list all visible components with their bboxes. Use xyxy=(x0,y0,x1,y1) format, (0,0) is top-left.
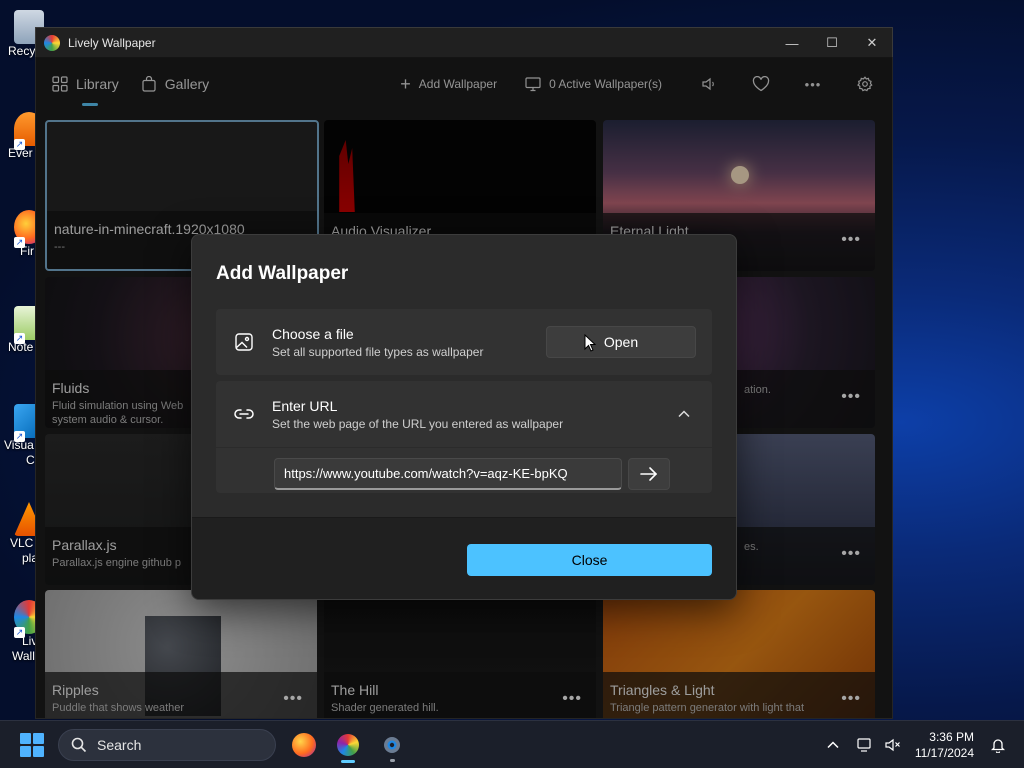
choose-file-card: Choose a file Set all supported file typ… xyxy=(216,309,712,375)
windows-logo-icon xyxy=(20,732,31,744)
speaker-muted-icon xyxy=(885,738,900,751)
clock-time: 3:36 PM xyxy=(929,729,974,744)
url-input[interactable] xyxy=(274,457,622,490)
bell-icon xyxy=(991,738,1005,753)
choose-file-subtitle: Set all supported file types as wallpape… xyxy=(272,344,484,359)
enter-url-card: Enter URL Set the web page of the URL yo… xyxy=(216,381,712,493)
lively-logo-icon xyxy=(44,35,60,51)
show-hidden-icons-button[interactable] xyxy=(819,740,847,749)
settings-gear-icon xyxy=(384,736,400,753)
start-button[interactable] xyxy=(20,732,44,757)
submit-url-button[interactable] xyxy=(628,457,670,490)
taskbar-lively[interactable] xyxy=(328,725,368,765)
title-bar[interactable]: Lively Wallpaper — ☐ ✕ xyxy=(36,28,892,58)
search-label: Search xyxy=(97,736,142,753)
minimize-button[interactable]: — xyxy=(772,28,812,58)
taskbar-clock[interactable]: 3:36 PM 11/17/2024 xyxy=(915,729,974,761)
link-icon xyxy=(234,409,254,419)
taskbar-search[interactable]: Search xyxy=(58,728,276,761)
arrow-right-icon xyxy=(640,466,658,481)
image-icon xyxy=(235,333,253,351)
shortcut-arrow-icon: ↗ xyxy=(14,627,25,638)
chevron-up-icon[interactable] xyxy=(678,407,690,421)
lively-icon xyxy=(337,733,359,756)
taskbar: Search 3:36 PM 11/17/2024 xyxy=(0,720,1024,768)
shortcut-arrow-icon: ↗ xyxy=(14,139,25,150)
open-button[interactable]: Open xyxy=(546,326,696,358)
volume-muted-button[interactable] xyxy=(879,738,907,752)
shortcut-arrow-icon: ↗ xyxy=(14,333,25,344)
firefox-icon xyxy=(292,732,316,757)
taskbar-settings[interactable] xyxy=(372,725,412,765)
search-icon xyxy=(71,737,87,752)
system-tray: 3:36 PM 11/17/2024 xyxy=(819,721,1024,768)
network-button[interactable] xyxy=(851,737,879,752)
enter-url-header[interactable]: Enter URL Set the web page of the URL yo… xyxy=(216,381,712,447)
maximize-button[interactable]: ☐ xyxy=(812,28,852,58)
clock-date: 11/17/2024 xyxy=(914,745,974,760)
shortcut-arrow-icon: ↗ xyxy=(14,431,25,442)
taskbar-firefox[interactable] xyxy=(284,725,324,765)
chevron-up-icon xyxy=(827,740,839,748)
dialog-title: Add Wallpaper xyxy=(216,263,349,284)
close-button[interactable]: Close xyxy=(467,544,712,576)
choose-file-title: Choose a file xyxy=(272,325,354,342)
close-window-button[interactable]: ✕ xyxy=(852,28,892,58)
dialog-footer: Close xyxy=(192,517,736,599)
enter-url-subtitle: Set the web page of the URL you entered … xyxy=(272,416,564,431)
add-wallpaper-dialog: Add Wallpaper Choose a file Set all supp… xyxy=(191,234,737,600)
mouse-cursor-icon xyxy=(584,334,596,352)
network-icon xyxy=(857,737,871,752)
window-title: Lively Wallpaper xyxy=(68,36,156,50)
shortcut-arrow-icon: ↗ xyxy=(14,237,25,248)
notifications-button[interactable] xyxy=(984,737,1012,753)
enter-url-title: Enter URL xyxy=(272,397,338,414)
